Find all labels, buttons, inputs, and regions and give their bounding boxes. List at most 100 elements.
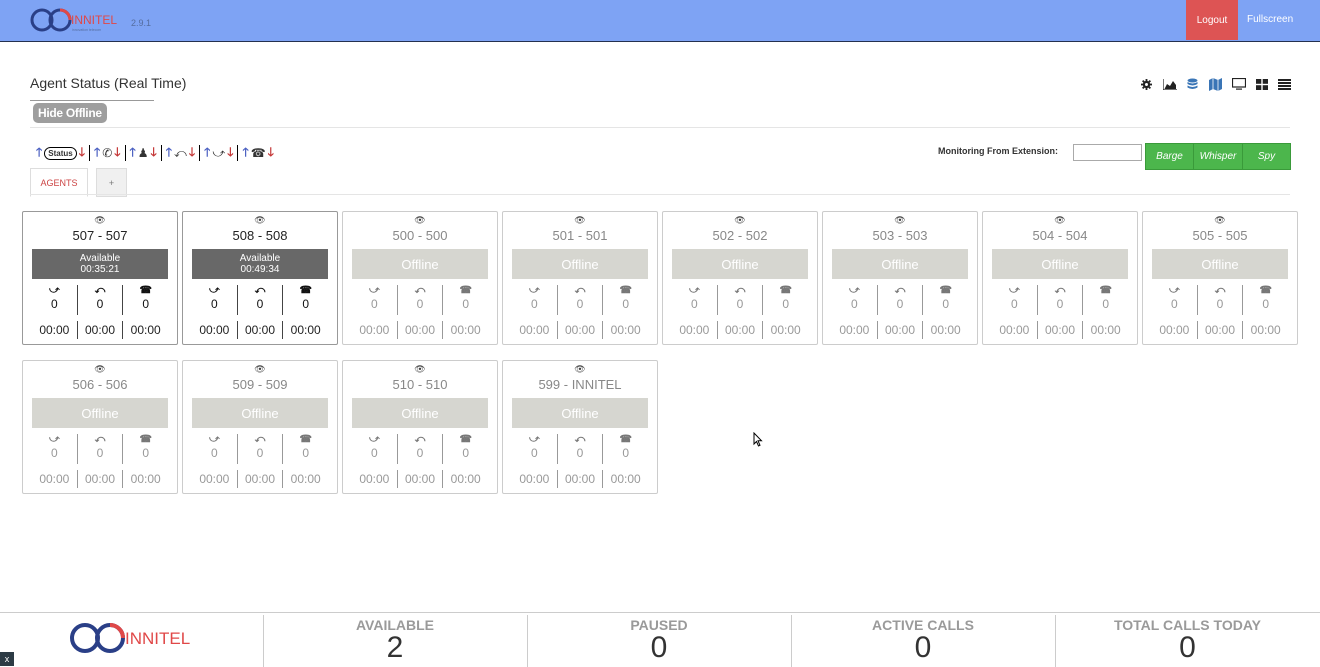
tab-agents[interactable]: AGENTS	[30, 168, 88, 197]
inbound-call-icon: ⤻	[48, 434, 60, 445]
time-value: 00:00	[359, 323, 390, 337]
gear-icon[interactable]	[1139, 76, 1154, 92]
time-value: 00:00	[716, 321, 763, 339]
time-value: 00:00	[442, 321, 488, 339]
agent-call-stats: ⤻ 0 ⤺ 0 ☎ 0	[1152, 285, 1288, 315]
eye-icon[interactable]: 👁	[23, 364, 177, 375]
time-value: 00:00	[359, 472, 390, 486]
agent-card[interactable]: 👁 509 - 509 Offline ⤻ 0 ⤺ 0 ☎ 0 00:00 00:00 00:00	[182, 360, 338, 494]
agent-card[interactable]: 👁 504 - 504 Offline ⤻ 0 ⤺ 0 ☎ 0 00:00 00:00 00:00	[982, 211, 1138, 345]
agent-call-stats: ⤻ 0 ⤺ 0 ☎ 0	[672, 285, 808, 315]
divider	[30, 127, 1290, 128]
outbound-stat: ⤺ 0	[76, 285, 123, 315]
internal-count: 0	[1262, 297, 1270, 311]
time-value: 00:00	[1196, 321, 1243, 339]
agent-name: 503 - 503	[872, 228, 928, 243]
spy-button[interactable]: Spy	[1242, 143, 1291, 170]
eye-icon[interactable]: 👁	[503, 364, 657, 375]
agent-card[interactable]: 👁 501 - 501 Offline ⤻ 0 ⤺ 0 ☎ 0 00:00 00:00 00:00	[502, 211, 658, 345]
whisper-button[interactable]: Whisper	[1193, 143, 1243, 170]
agent-card[interactable]: 👁 503 - 503 Offline ⤻ 0 ⤺ 0 ☎ 0 00:00 00:00 00:00	[822, 211, 978, 345]
outbound-call-icon: ⤺	[574, 285, 586, 296]
agent-name: 501 - 501	[552, 228, 608, 243]
internal-stat: ☎ 0	[122, 434, 168, 464]
arrow-down-icon[interactable]: 🡓	[114, 143, 120, 164]
outbound-call-icon: ⤺	[174, 145, 187, 160]
inbound-count: 0	[530, 446, 538, 460]
eye-icon[interactable]: 👁	[23, 215, 177, 226]
time-value: 00:00	[602, 470, 648, 488]
agent-call-stats: ⤻ 0 ⤺ 0 ☎ 0	[32, 285, 168, 315]
internal-stat: ☎ 0	[602, 285, 648, 315]
arrow-up-icon[interactable]: 🡑	[130, 143, 136, 164]
outbound-call-icon: ⤺	[734, 285, 746, 296]
eye-icon[interactable]: 👁	[663, 215, 817, 226]
internal-count: 0	[142, 297, 150, 311]
grid-icon[interactable]	[1254, 76, 1269, 92]
kpi-value: 2	[386, 631, 404, 664]
eye-icon[interactable]: 👁	[343, 364, 497, 375]
arrow-up-icon[interactable]: 🡑	[204, 143, 210, 164]
telephone-icon: ☎	[619, 434, 632, 445]
fullscreen-link[interactable]: Fullscreen	[1247, 14, 1293, 25]
time-value: 00:00	[519, 472, 550, 486]
eye-icon[interactable]: 👁	[183, 364, 337, 375]
arrow-up-icon[interactable]: 🡑	[166, 143, 172, 164]
arrow-down-icon[interactable]: 🡓	[227, 143, 233, 164]
monitoring-extension-input[interactable]	[1073, 144, 1142, 161]
logout-button[interactable]: Logout	[1186, 0, 1238, 40]
innitel-logo[interactable]: INNITEL innovation telecom	[30, 7, 122, 33]
outbound-stat: ⤺ 0	[556, 434, 603, 464]
tab-add[interactable]: +	[96, 168, 127, 197]
agent-card[interactable]: 👁 502 - 502 Offline ⤻ 0 ⤺ 0 ☎ 0 00:00 00:00 00:00	[662, 211, 818, 345]
agent-card[interactable]: 👁 507 - 507 Available 00:35:21 ⤻ 0 ⤺ 0 ☎ 0 00:00 00…	[22, 211, 178, 345]
outbound-call-icon: ⤺	[94, 285, 106, 296]
time-value: 00:00	[236, 470, 283, 488]
arrow-down-icon[interactable]: 🡓	[79, 143, 85, 164]
time-value: 00:00	[762, 321, 808, 339]
agent-status-box: Offline	[1152, 249, 1288, 279]
map-icon[interactable]	[1208, 76, 1223, 92]
telephone-icon: ☎	[619, 285, 632, 296]
arrow-down-icon[interactable]: 🡓	[189, 143, 195, 164]
separator	[160, 145, 162, 161]
eye-icon[interactable]: 👁	[343, 215, 497, 226]
agent-card[interactable]: 👁 506 - 506 Offline ⤻ 0 ⤺ 0 ☎ 0 00:00 00:00 00:00	[22, 360, 178, 494]
agent-card[interactable]: 👁 599 - INNITEL Offline ⤻ 0 ⤺ 0 ☎ 0 00:00 00:00 00:…	[502, 360, 658, 494]
eye-icon[interactable]: 👁	[503, 215, 657, 226]
agent-card[interactable]: 👁 510 - 510 Offline ⤻ 0 ⤺ 0 ☎ 0 00:00 00:00 00:00	[342, 360, 498, 494]
internal-count: 0	[462, 446, 470, 460]
database-icon[interactable]	[1185, 76, 1200, 92]
hide-offline-button[interactable]: Hide Offline	[33, 103, 107, 123]
title-underline	[30, 100, 154, 101]
arrow-down-icon[interactable]: 🡓	[151, 143, 157, 164]
internal-count: 0	[622, 297, 630, 311]
arrow-up-icon[interactable]: 🡑	[242, 143, 248, 164]
arrow-up-icon[interactable]: 🡑	[36, 143, 42, 164]
internal-stat: ☎ 0	[442, 434, 488, 464]
eye-icon[interactable]: 👁	[823, 215, 977, 226]
agent-status-box: Offline	[512, 249, 648, 279]
agent-card[interactable]: 👁 508 - 508 Available 00:49:34 ⤻ 0 ⤺ 0 ☎ 0 00:00 00…	[182, 211, 338, 345]
time-value: 00:00	[1036, 321, 1083, 339]
eye-icon[interactable]: 👁	[183, 215, 337, 226]
agent-card[interactable]: 👁 500 - 500 Offline ⤻ 0 ⤺ 0 ☎ 0 00:00 00:00 00:00	[342, 211, 498, 345]
monitor-icon[interactable]	[1231, 76, 1246, 92]
agent-times: 00:00 00:00 00:00	[672, 321, 808, 339]
outbound-count: 0	[256, 446, 264, 460]
inbound-call-icon: ⤻	[528, 434, 540, 445]
arrow-up-icon[interactable]: 🡑	[94, 143, 100, 164]
close-button[interactable]: x	[0, 652, 14, 666]
eye-icon[interactable]: 👁	[983, 215, 1137, 226]
agent-card[interactable]: 👁 505 - 505 Offline ⤻ 0 ⤺ 0 ☎ 0 00:00 00:00 00:00	[1142, 211, 1298, 345]
agent-call-stats: ⤻ 0 ⤺ 0 ☎ 0	[832, 285, 968, 315]
barge-button[interactable]: Barge	[1145, 143, 1194, 170]
time-value: 00:00	[519, 323, 550, 337]
inbound-call-icon: ⤻	[212, 145, 226, 160]
arrow-down-icon[interactable]: 🡓	[268, 143, 274, 164]
list-icon[interactable]	[1277, 76, 1292, 92]
telephone-icon: ☎	[299, 434, 312, 445]
area-chart-icon[interactable]	[1162, 76, 1177, 92]
inbound-call-icon: ⤻	[368, 434, 380, 445]
eye-icon[interactable]: 👁	[1143, 215, 1297, 226]
